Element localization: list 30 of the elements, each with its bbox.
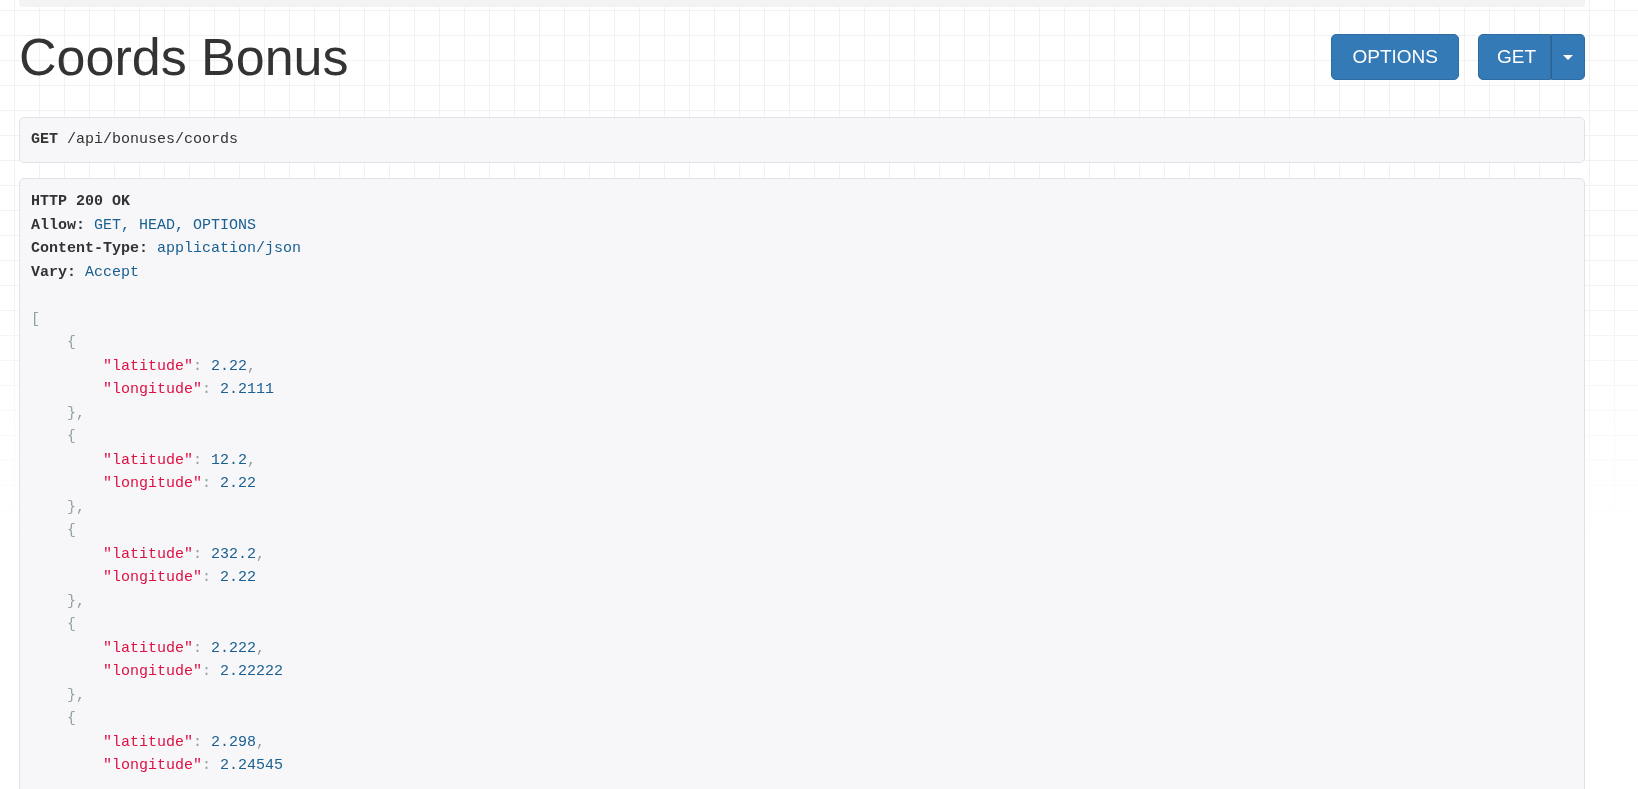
code-line: { <box>67 615 76 635</box>
code-line: { <box>67 521 76 541</box>
code-line: "latitude": 2.22, <box>103 356 257 377</box>
request-line: GET /api/bonuses/coords <box>31 130 239 150</box>
code-line: "latitude": 2.222, <box>103 638 266 659</box>
code-line: { <box>67 709 76 729</box>
code-line: "longitude": 2.22 <box>103 568 257 588</box>
response-header-line: Vary: Accept <box>31 262 140 283</box>
code-line: "latitude": 232.2, <box>103 544 266 565</box>
code-line: [ <box>31 309 40 330</box>
code-line: "longitude": 2.24545 <box>103 756 284 776</box>
code-line: "longitude": 2.22 <box>103 474 257 494</box>
code-line: "latitude": 12.2, <box>103 450 257 471</box>
code-line: { <box>67 333 76 353</box>
code-line: "longitude": 2.22222 <box>103 662 284 682</box>
options-button[interactable]: OPTIONS <box>1331 34 1459 80</box>
get-button[interactable]: GET <box>1478 34 1551 80</box>
code-line: }, <box>67 497 85 518</box>
code-line: }, <box>67 591 85 612</box>
code-line: "latitude": 2.298, <box>103 732 266 753</box>
response-header-line: Allow: GET, HEAD, OPTIONS <box>31 215 257 236</box>
dropdown-toggle-button[interactable] <box>1551 34 1585 80</box>
code-line: }, <box>67 403 85 424</box>
page-title: Coords Bonus <box>19 29 349 86</box>
code-line: "longitude": 2.2111 <box>103 380 275 400</box>
code-line: }, <box>67 685 85 706</box>
status-line: HTTP 200 OK <box>31 192 131 212</box>
code-line: { <box>67 427 76 447</box>
caret-icon <box>1563 54 1573 60</box>
response-header-line: Content-Type: application/json <box>31 239 302 259</box>
